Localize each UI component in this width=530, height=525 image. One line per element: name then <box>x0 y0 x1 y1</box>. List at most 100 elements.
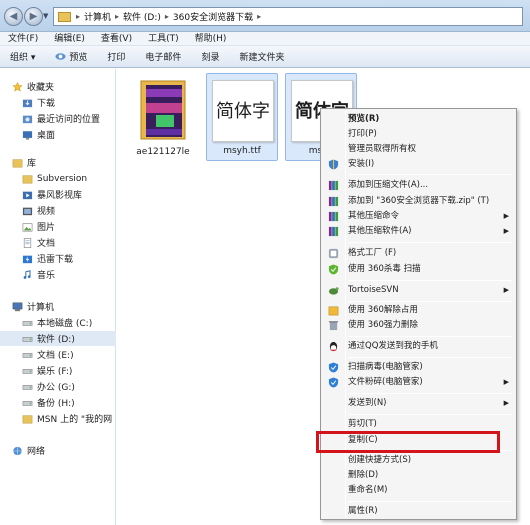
file-item-msyh-ttf[interactable]: 简体字 msyh.ttf <box>206 73 278 161</box>
menu-item-format-factory[interactable]: 格式工厂 (F) <box>323 246 515 261</box>
video-library-icon <box>22 191 33 199</box>
menu-item-360-scan[interactable]: 使用 360杀毒 扫描 <box>323 262 515 277</box>
menu-item-scan-virus[interactable]: 扫描病毒(电脑管家) <box>323 360 515 375</box>
menu-item-label: 属性(R) <box>348 506 378 516</box>
sidebar-item-label: 库 <box>27 159 37 169</box>
organize-button[interactable]: 组织 ▾ <box>10 50 35 63</box>
menu-item-label: 预览(R) <box>348 114 380 124</box>
sidebar-item-label: 图片 <box>37 223 56 233</box>
submenu-arrow-icon: ▶ <box>503 227 509 235</box>
drive-icon <box>22 320 33 326</box>
menu-item-file-shred[interactable]: 文件粉碎(电脑管家) ▶ <box>323 375 515 390</box>
menu-item-label: 安装(I) <box>348 159 375 169</box>
thunder-download-icon <box>22 255 33 263</box>
drive-icon <box>22 352 33 358</box>
menu-item-other-software[interactable]: 其他压缩软件(A) ▶ <box>323 224 515 239</box>
menu-help[interactable]: 帮助(H) <box>195 32 227 45</box>
menu-item-label: 通过QQ发送到我的手机 <box>348 341 438 351</box>
menu-item-add-archive[interactable]: 添加到压缩文件(A)... <box>323 178 515 193</box>
sidebar-item-videos[interactable]: 视频 <box>0 203 116 218</box>
menu-item-cut[interactable]: 剪切(T) <box>323 417 515 432</box>
sidebar-item-subversion[interactable]: Subversion <box>0 171 116 186</box>
sidebar-item-downloads[interactable]: 下载 <box>0 95 116 110</box>
eye-icon <box>55 53 66 60</box>
sidebar-item-pictures[interactable]: 图片 <box>0 219 116 234</box>
menu-separator <box>349 393 512 394</box>
menu-item-360-delete[interactable]: 使用 360强力删除 <box>323 318 515 333</box>
menu-item-other-compress[interactable]: 其他压缩命令 ▶ <box>323 209 515 224</box>
menu-item-install[interactable]: 安装(I) <box>323 157 515 172</box>
menu-item-properties[interactable]: 属性(R) <box>323 504 515 519</box>
menu-item-delete[interactable]: 删除(D) <box>323 468 515 483</box>
drive-icon <box>22 384 33 390</box>
folder-icon <box>22 174 33 183</box>
sidebar-item-music[interactable]: 音乐 <box>0 267 116 282</box>
breadcrumb-computer[interactable]: 计算机 <box>84 10 111 23</box>
menu-item-360-unlock[interactable]: 使用 360解除占用 <box>323 303 515 318</box>
new-folder-button[interactable]: 新建文件夹 <box>239 50 284 63</box>
breadcrumb-folder[interactable]: 360安全浏览器下载 <box>173 10 253 23</box>
sidebar-item-label: MSN 上的 "我的网 <box>37 415 113 425</box>
qq-manager-icon <box>328 377 339 388</box>
sidebar-item-favorites[interactable]: 收藏夹 <box>0 79 116 94</box>
sidebar-item-label: 最近访问的位置 <box>37 115 101 125</box>
breadcrumb-separator-icon: ▸ <box>115 12 120 21</box>
menu-tools[interactable]: 工具(T) <box>148 32 179 45</box>
print-button[interactable]: 打印 <box>107 50 125 63</box>
sidebar-item-drive-h[interactable]: 备份 (H:) <box>0 395 116 410</box>
winrar-icon <box>328 180 339 191</box>
menu-item-take-ownership[interactable]: 管理员取得所有权 <box>323 142 515 157</box>
menu-item-label: 重命名(M) <box>348 485 388 495</box>
sidebar-item-network[interactable]: 网络 <box>0 443 116 458</box>
menu-item-create-shortcut[interactable]: 创建快捷方式(S) <box>323 453 515 468</box>
menu-item-rename[interactable]: 重命名(M) <box>323 483 515 498</box>
menu-item-label: 管理员取得所有权 <box>348 144 417 154</box>
menu-separator <box>349 414 512 415</box>
sidebar-item-computer[interactable]: 计算机 <box>0 299 116 314</box>
preview-label: 预览 <box>69 53 88 63</box>
burn-button[interactable]: 刻录 <box>201 50 219 63</box>
sidebar-item-label: Subversion <box>37 173 88 184</box>
submenu-arrow-icon: ▶ <box>503 286 509 294</box>
sidebar-item-drive-f[interactable]: 娱乐 (F:) <box>0 363 116 378</box>
menu-item-add-zip[interactable]: 添加到 "360安全浏览器下载.zip" (T) <box>323 194 515 209</box>
sidebar-item-documents[interactable]: 文档 <box>0 235 116 250</box>
menu-separator <box>349 501 512 502</box>
sidebar-item-baofeng[interactable]: 暴风影视库 <box>0 187 116 202</box>
back-button[interactable]: ◀ <box>4 7 23 26</box>
menu-item-qq-send[interactable]: 通过QQ发送到我的手机 <box>323 339 515 354</box>
menu-edit[interactable]: 编辑(E) <box>54 32 85 45</box>
network-icon <box>13 446 22 455</box>
address-bar[interactable]: ▸ 计算机 ▸ 软件 (D:) ▸ 360安全浏览器下载 ▸ <box>53 7 523 26</box>
sidebar-item-drive-c[interactable]: 本地磁盘 (C:) <box>0 315 116 330</box>
sidebar-item-recent[interactable]: 最近访问的位置 <box>0 111 116 126</box>
preview-button[interactable]: 预览 <box>55 50 87 63</box>
qq-manager-icon <box>328 362 339 373</box>
menu-item-send-to[interactable]: 发送到(N) ▶ <box>323 396 515 411</box>
sidebar-item-drive-e[interactable]: 文档 (E:) <box>0 347 116 362</box>
menu-item-tortoise-svn[interactable]: TortoiseSVN ▶ <box>323 283 515 298</box>
menu-view[interactable]: 查看(V) <box>101 32 132 45</box>
menu-item-label: 扫描病毒(电脑管家) <box>348 362 423 372</box>
email-button[interactable]: 电子邮件 <box>145 50 181 63</box>
breadcrumb-drive[interactable]: 软件 (D:) <box>123 10 161 23</box>
sidebar-item-drive-d[interactable]: 软件 (D:) <box>0 331 116 346</box>
breadcrumb-separator-icon: ▸ <box>164 12 169 21</box>
menu-item-preview[interactable]: 预览(R) <box>323 112 515 127</box>
sidebar-item-drive-g[interactable]: 办公 (G:) <box>0 379 116 394</box>
forward-button[interactable]: ▶ <box>24 7 43 26</box>
sidebar-item-msn[interactable]: MSN 上的 "我的网 <box>0 411 116 426</box>
email-label: 电子邮件 <box>145 53 182 63</box>
menu-item-print[interactable]: 打印(P) <box>323 127 515 142</box>
file-item-ae121127le[interactable]: ae121127le <box>127 73 199 161</box>
sidebar-item-thunder[interactable]: 迅雷下载 <box>0 251 116 266</box>
sidebar-item-desktop[interactable]: 桌面 <box>0 127 116 142</box>
winrar-icon <box>328 211 339 222</box>
format-factory-icon <box>328 248 339 259</box>
menu-file[interactable]: 文件(F) <box>8 32 38 45</box>
menu-separator <box>349 242 512 243</box>
sidebar-item-label: 娱乐 (F:) <box>37 367 73 377</box>
menu-item-label: 使用 360解除占用 <box>348 305 418 315</box>
sidebar-item-libraries[interactable]: 库 <box>0 155 116 170</box>
recent-pages-dropdown[interactable]: ▼ <box>43 12 48 20</box>
